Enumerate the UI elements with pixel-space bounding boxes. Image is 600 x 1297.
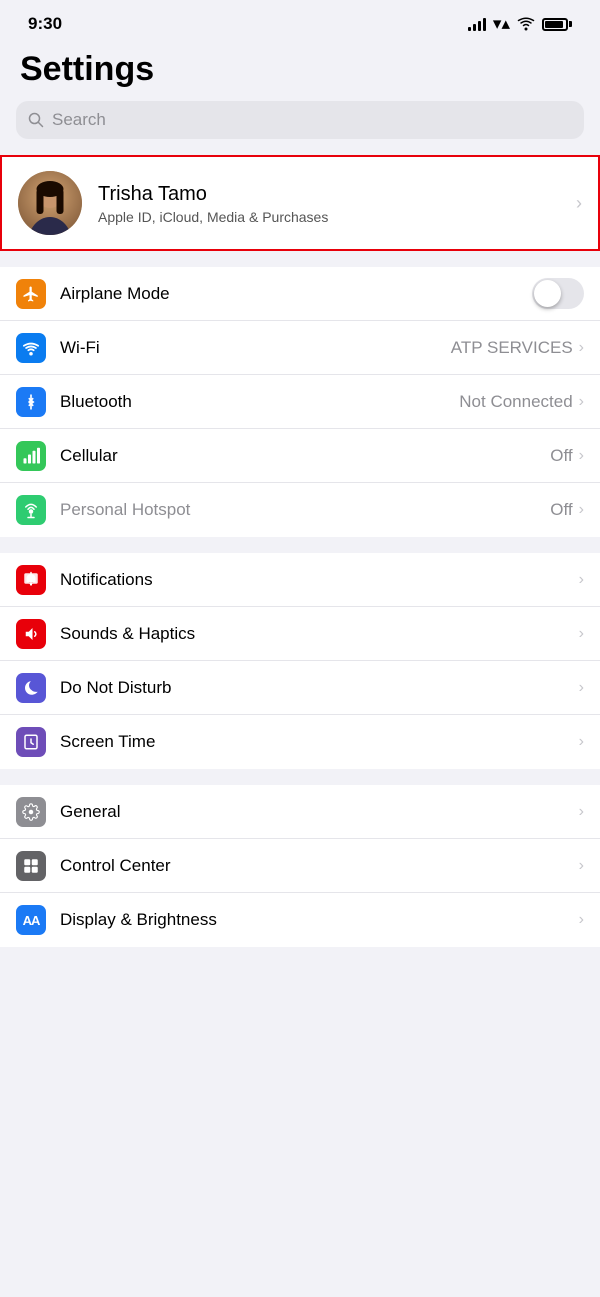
settings-item-cellular[interactable]: Cellular Off › [0, 429, 600, 483]
control-center-chevron: › [579, 857, 584, 875]
profile-info: Trisha Tamo Apple ID, iCloud, Media & Pu… [98, 181, 576, 225]
settings-item-bluetooth[interactable]: Bluetooth Not Connected › [0, 375, 600, 429]
wifi-value: ATP SERVICES [451, 338, 573, 358]
profile-name: Trisha Tamo [98, 181, 576, 207]
search-placeholder: Search [52, 110, 106, 130]
bluetooth-chevron: › [579, 393, 584, 411]
do-not-disturb-label: Do Not Disturb [60, 678, 579, 698]
control-center-label: Control Center [60, 856, 579, 876]
cellular-icon [16, 441, 46, 471]
settings-group-general: General › Control Center › AA Display & … [0, 785, 600, 947]
personal-hotspot-value: Off [550, 500, 572, 520]
search-bar[interactable]: Search [16, 101, 584, 139]
wifi-icon [16, 333, 46, 363]
signal-icon [468, 17, 486, 31]
bluetooth-value: Not Connected [459, 392, 572, 412]
profile-subtitle: Apple ID, iCloud, Media & Purchases [98, 209, 576, 225]
settings-item-personal-hotspot[interactable]: Personal Hotspot Off › [0, 483, 600, 537]
status-time: 9:30 [28, 14, 62, 34]
settings-group-connectivity: Airplane Mode Wi-Fi ATP SERVICES › [0, 267, 600, 537]
settings-item-general[interactable]: General › [0, 785, 600, 839]
cellular-value: Off [550, 446, 572, 466]
settings-item-airplane-mode[interactable]: Airplane Mode [0, 267, 600, 321]
notifications-icon [16, 565, 46, 595]
settings-item-notifications[interactable]: Notifications › [0, 553, 600, 607]
airplane-mode-icon [16, 279, 46, 309]
cellular-chevron: › [579, 447, 584, 465]
avatar-image [18, 171, 82, 235]
do-not-disturb-chevron: › [579, 679, 584, 697]
profile-chevron: › [576, 193, 582, 214]
wifi-status-icon: ▾▴ [493, 14, 510, 34]
status-icons: ▾▴ [468, 14, 572, 34]
wifi-chevron: › [579, 339, 584, 357]
display-brightness-icon: AA [16, 905, 46, 935]
sounds-haptics-label: Sounds & Haptics [60, 624, 579, 644]
notifications-label: Notifications [60, 570, 579, 590]
wifi-status-icon [517, 17, 535, 31]
page-title: Settings [0, 42, 600, 101]
airplane-mode-label: Airplane Mode [60, 284, 532, 304]
bluetooth-icon [16, 387, 46, 417]
sounds-haptics-chevron: › [579, 625, 584, 643]
general-label: General [60, 802, 579, 822]
hotspot-icon [16, 495, 46, 525]
search-icon [28, 112, 44, 128]
screen-time-chevron: › [579, 733, 584, 751]
sounds-haptics-icon [16, 619, 46, 649]
personal-hotspot-label: Personal Hotspot [60, 500, 550, 520]
personal-hotspot-chevron: › [579, 501, 584, 519]
settings-group-notifications: Notifications › Sounds & Haptics › Do No… [0, 553, 600, 769]
display-brightness-label: Display & Brightness [60, 910, 579, 930]
screen-time-label: Screen Time [60, 732, 579, 752]
profile-card[interactable]: Trisha Tamo Apple ID, iCloud, Media & Pu… [0, 155, 600, 251]
settings-item-wifi[interactable]: Wi-Fi ATP SERVICES › [0, 321, 600, 375]
general-chevron: › [579, 803, 584, 821]
settings-item-display-brightness[interactable]: AA Display & Brightness › [0, 893, 600, 947]
settings-item-screen-time[interactable]: Screen Time › [0, 715, 600, 769]
airplane-mode-toggle-knob [534, 280, 561, 307]
do-not-disturb-icon [16, 673, 46, 703]
settings-item-control-center[interactable]: Control Center › [0, 839, 600, 893]
settings-item-do-not-disturb[interactable]: Do Not Disturb › [0, 661, 600, 715]
battery-icon [542, 18, 572, 31]
control-center-icon [16, 851, 46, 881]
avatar [18, 171, 82, 235]
cellular-label: Cellular [60, 446, 550, 466]
settings-item-sounds-haptics[interactable]: Sounds & Haptics › [0, 607, 600, 661]
display-brightness-chevron: › [579, 911, 584, 929]
bluetooth-label: Bluetooth [60, 392, 459, 412]
screen-time-icon [16, 727, 46, 757]
wifi-label: Wi-Fi [60, 338, 451, 358]
general-icon [16, 797, 46, 827]
notifications-chevron: › [579, 571, 584, 589]
airplane-mode-toggle[interactable] [532, 278, 584, 309]
status-bar: 9:30 ▾▴ [0, 0, 600, 42]
